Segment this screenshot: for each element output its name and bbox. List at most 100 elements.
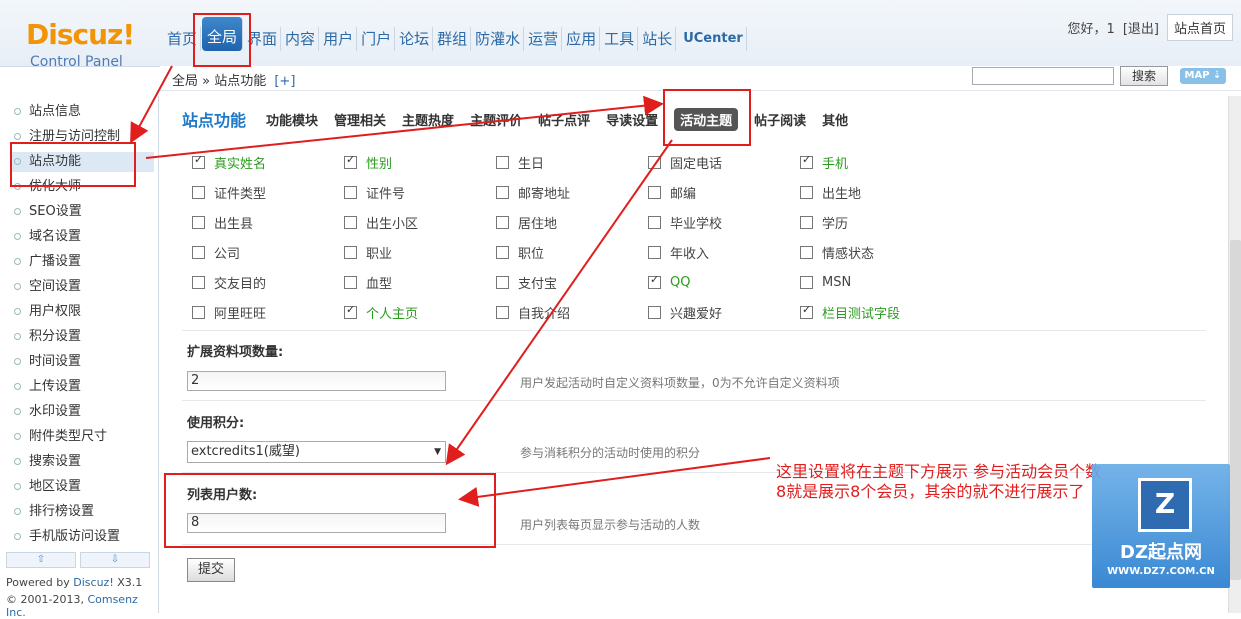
nav-tab[interactable]: 应用 (563, 27, 601, 51)
field-checkbox[interactable]: 交友目的 (192, 272, 344, 292)
checkbox-checked-icon[interactable] (800, 303, 813, 319)
credit-select[interactable]: extcredits1(威望) ▼ (187, 441, 446, 463)
checkbox-unchecked-icon[interactable] (192, 215, 205, 229)
field-checkbox[interactable]: 血型 (344, 272, 496, 292)
field-checkbox[interactable]: 学历 (800, 212, 952, 232)
scroll-up-icon[interactable]: ⇧ (6, 552, 76, 568)
field-checkbox[interactable]: 证件号 (344, 182, 496, 202)
field-checkbox[interactable]: 个人主页 (344, 302, 496, 322)
nav-tab[interactable]: 论坛 (396, 27, 434, 51)
field-checkbox[interactable]: 阿里旺旺 (192, 302, 344, 322)
checkbox-unchecked-icon[interactable] (192, 185, 205, 199)
checkbox-checked-icon[interactable] (648, 273, 661, 289)
checkbox-checked-icon[interactable] (344, 153, 357, 169)
field-checkbox[interactable]: 职业 (344, 242, 496, 262)
sub-tab[interactable]: 帖子阅读 (754, 110, 806, 129)
field-checkbox[interactable]: 公司 (192, 242, 344, 262)
extend-count-input[interactable]: 2 (187, 371, 446, 391)
field-checkbox[interactable]: 兴趣爱好 (648, 302, 800, 322)
search-input[interactable] (972, 67, 1114, 85)
logo[interactable]: Discuz! Control Panel (0, 0, 158, 96)
sidebar-item[interactable]: 积分设置 (14, 327, 81, 347)
checkbox-unchecked-icon[interactable] (800, 215, 813, 229)
checkbox-unchecked-icon[interactable] (496, 155, 509, 169)
checkbox-unchecked-icon[interactable] (344, 245, 357, 259)
checkbox-unchecked-icon[interactable] (496, 275, 509, 289)
logout-link[interactable]: [退出] (1123, 18, 1159, 37)
sidebar-item[interactable]: 时间设置 (14, 352, 81, 372)
sidebar-item[interactable]: 地区设置 (14, 477, 81, 497)
checkbox-unchecked-icon[interactable] (192, 275, 205, 289)
sidebar-item[interactable]: 站点信息 (14, 102, 81, 122)
sub-tab[interactable]: 管理相关 (334, 110, 386, 129)
field-checkbox[interactable]: QQ (648, 272, 800, 292)
field-checkbox[interactable]: 邮寄地址 (496, 182, 648, 202)
checkbox-unchecked-icon[interactable] (800, 245, 813, 259)
field-checkbox[interactable]: 邮编 (648, 182, 800, 202)
breadcrumb-text[interactable]: 全局 » 站点功能 (172, 74, 266, 89)
sub-tab[interactable]: 其他 (822, 110, 848, 129)
checkbox-unchecked-icon[interactable] (648, 185, 661, 199)
field-checkbox[interactable]: 自我介绍 (496, 302, 648, 322)
field-checkbox[interactable]: 支付宝 (496, 272, 648, 292)
sub-tab[interactable]: 主题评价 (470, 110, 522, 129)
field-checkbox[interactable]: 手机 (800, 152, 952, 172)
checkbox-checked-icon[interactable] (800, 153, 813, 169)
field-checkbox[interactable]: 年收入 (648, 242, 800, 262)
field-checkbox[interactable]: 情感状态 (800, 242, 952, 262)
field-checkbox[interactable]: 毕业学校 (648, 212, 800, 232)
checkbox-checked-icon[interactable] (344, 303, 357, 319)
nav-tab[interactable]: 工具 (601, 27, 639, 51)
field-checkbox[interactable]: 证件类型 (192, 182, 344, 202)
nav-tab[interactable]: UCenter (677, 27, 747, 51)
nav-tab[interactable]: 群组 (434, 27, 472, 51)
sidebar-item[interactable]: 广播设置 (14, 252, 81, 272)
sub-tab[interactable]: 帖子点评 (538, 110, 590, 129)
field-checkbox[interactable]: 性别 (344, 152, 496, 172)
checkbox-unchecked-icon[interactable] (496, 245, 509, 259)
sidebar-item[interactable]: 用户权限 (14, 302, 81, 322)
scroll-down-icon[interactable]: ⇩ (80, 552, 150, 568)
checkbox-unchecked-icon[interactable] (344, 215, 357, 229)
nav-tab[interactable]: 用户 (320, 27, 358, 51)
sidebar-item[interactable]: 域名设置 (14, 227, 81, 247)
nav-tab[interactable]: 防灌水 (472, 27, 525, 51)
field-checkbox[interactable]: 出生小区 (344, 212, 496, 232)
nav-tab[interactable]: 门户 (358, 27, 396, 51)
discuz-link[interactable]: Discuz! (73, 576, 113, 589)
sub-tab[interactable]: 功能模块 (266, 110, 318, 129)
checkbox-unchecked-icon[interactable] (648, 305, 661, 319)
sub-tab[interactable]: 导读设置 (606, 110, 658, 129)
search-button[interactable]: 搜索 (1120, 66, 1168, 86)
sidebar-item[interactable]: 上传设置 (14, 377, 81, 397)
checkbox-unchecked-icon[interactable] (648, 215, 661, 229)
checkbox-unchecked-icon[interactable] (800, 185, 813, 199)
sidebar-item[interactable]: 附件类型尺寸 (14, 427, 107, 447)
breadcrumb-add-link[interactable]: [+] (274, 74, 295, 89)
checkbox-unchecked-icon[interactable] (496, 215, 509, 229)
map-button[interactable]: MAP ⇣ (1180, 68, 1226, 84)
scrollbar-thumb[interactable] (1230, 240, 1241, 580)
nav-tab[interactable]: 内容 (282, 27, 320, 51)
submit-button[interactable]: 提交 (187, 558, 235, 582)
checkbox-unchecked-icon[interactable] (192, 245, 205, 259)
field-checkbox[interactable]: 出生县 (192, 212, 344, 232)
checkbox-unchecked-icon[interactable] (648, 155, 661, 169)
nav-tab[interactable]: 运营 (525, 27, 563, 51)
field-checkbox[interactable]: 生日 (496, 152, 648, 172)
field-checkbox[interactable]: 栏目测试字段 (800, 302, 952, 322)
sidebar-item[interactable]: 空间设置 (14, 277, 81, 297)
sidebar-item[interactable]: 水印设置 (14, 402, 81, 422)
sidebar-item[interactable]: 排行榜设置 (14, 502, 94, 522)
site-home-button[interactable]: 站点首页 (1166, 14, 1233, 41)
field-checkbox[interactable]: 真实姓名 (192, 152, 344, 172)
sidebar-item[interactable]: 搜索设置 (14, 452, 81, 472)
sidebar-item[interactable]: 手机版访问设置 (14, 527, 120, 547)
sidebar-item[interactable]: SEO设置 (14, 202, 82, 222)
field-checkbox[interactable]: MSN (800, 272, 952, 292)
sub-tab[interactable]: 主题热度 (402, 110, 454, 129)
checkbox-unchecked-icon[interactable] (496, 305, 509, 319)
checkbox-checked-icon[interactable] (192, 153, 205, 169)
checkbox-unchecked-icon[interactable] (800, 275, 813, 289)
checkbox-unchecked-icon[interactable] (496, 185, 509, 199)
